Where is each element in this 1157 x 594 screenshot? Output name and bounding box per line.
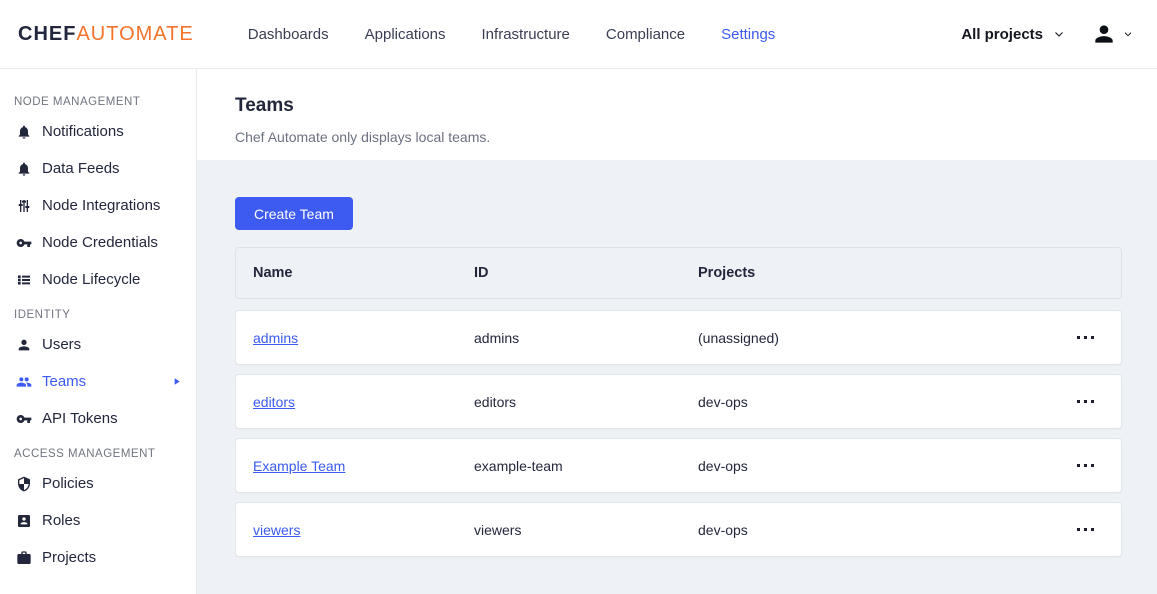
create-team-button[interactable]: Create Team	[235, 197, 353, 230]
team-projects-cell: dev-ops	[698, 457, 748, 474]
sidebar-item-node-credentials[interactable]: Node Credentials	[0, 224, 196, 261]
section-title-access-management: ACCESS MANAGEMENT	[14, 448, 156, 460]
sidebar: NODE MANAGEMENT Notifications Data Feeds…	[0, 69, 197, 594]
logo-automate-text: AUTOMATE	[76, 22, 194, 45]
shield-icon	[18, 476, 30, 491]
logo-chef-text: CHEF	[18, 22, 77, 45]
team-id-cell: example-team	[474, 457, 563, 474]
nav-dashboards[interactable]: Dashboards	[248, 26, 329, 43]
sidebar-item-projects[interactable]: Projects	[0, 539, 196, 576]
team-name-link[interactable]: admins	[253, 330, 298, 346]
chef-automate-logo[interactable]: CHEFAUTOMATE	[18, 23, 194, 46]
sidebar-item-users[interactable]: Users	[0, 326, 196, 363]
team-projects-cell: (unassigned)	[698, 329, 779, 346]
bell-icon	[18, 162, 30, 176]
column-header-name: Name	[253, 265, 293, 281]
sidebar-item-node-integrations[interactable]: Node Integrations	[0, 187, 196, 224]
row-menu-button[interactable]	[1065, 387, 1105, 417]
bell-icon	[18, 125, 30, 139]
sidebar-item-label: Teams	[42, 373, 87, 390]
ellipsis-icon	[1076, 528, 1080, 531]
sidebar-item-notifications[interactable]: Notifications	[0, 113, 196, 150]
column-header-projects: Projects	[698, 265, 756, 281]
section-title-node-management: NODE MANAGEMENT	[14, 96, 141, 108]
team-projects-cell: dev-ops	[698, 521, 748, 538]
projects-filter-label: All projects	[961, 25, 1043, 43]
table-row: admins admins (unassigned)	[235, 310, 1122, 365]
row-menu-button[interactable]	[1065, 515, 1105, 545]
user-avatar-icon	[1095, 25, 1113, 43]
nav-compliance[interactable]: Compliance	[606, 26, 685, 43]
sidebar-item-label: Policies	[42, 475, 94, 492]
team-id-cell: admins	[474, 329, 520, 346]
teams-table: Name ID Projects admins admins (unassign…	[235, 247, 1122, 557]
sidebar-item-teams[interactable]: Teams	[0, 363, 196, 400]
main-nav: Dashboards Applications Infrastructure C…	[248, 26, 776, 43]
sidebar-section-identity: IDENTITY Users Teams API Tokens	[0, 298, 196, 437]
row-menu-button[interactable]	[1065, 451, 1105, 481]
users-icon	[16, 376, 32, 387]
sidebar-section-node-management: NODE MANAGEMENT Notifications Data Feeds…	[0, 85, 196, 298]
sidebar-item-label: Users	[42, 336, 82, 353]
nav-infrastructure[interactable]: Infrastructure	[482, 26, 570, 43]
sidebar-item-label: Node Credentials	[42, 234, 158, 251]
ellipsis-icon	[1076, 400, 1080, 403]
team-name-link[interactable]: viewers	[253, 522, 300, 538]
header-right: All projects	[961, 21, 1133, 47]
key-icon	[16, 238, 32, 247]
sidebar-item-label: Node Lifecycle	[42, 271, 141, 288]
chevron-down-icon	[1124, 32, 1132, 37]
chevron-down-icon	[1055, 32, 1063, 37]
nav-applications[interactable]: Applications	[365, 26, 446, 43]
ellipsis-icon	[1076, 336, 1080, 339]
table-row: editors editors dev-ops	[235, 374, 1122, 429]
user-menu[interactable]	[1091, 21, 1133, 47]
sidebar-item-label: Roles	[42, 512, 81, 529]
row-menu-button[interactable]	[1065, 323, 1105, 353]
team-projects-cell: dev-ops	[698, 393, 748, 410]
main-content: Teams Chef Automate only displays local …	[197, 69, 1157, 594]
list-icon	[18, 274, 30, 285]
column-header-id: ID	[474, 265, 489, 281]
sidebar-item-label: API Tokens	[42, 410, 118, 427]
sidebar-item-label: Notifications	[42, 123, 124, 140]
section-title-identity: IDENTITY	[14, 309, 71, 321]
sidebar-item-node-lifecycle[interactable]: Node Lifecycle	[0, 261, 196, 298]
team-name-link[interactable]: Example Team	[253, 458, 345, 474]
caret-right-icon	[174, 378, 180, 385]
team-id-cell: viewers	[474, 521, 522, 538]
team-name-link[interactable]: editors	[253, 394, 295, 410]
sidebar-item-roles[interactable]: Roles	[0, 502, 196, 539]
table-row: Example Team example-team dev-ops	[235, 438, 1122, 493]
teams-content: Create Team Name ID Projects admins admi…	[197, 160, 1157, 566]
sliders-icon	[18, 199, 30, 212]
top-nav-bar: CHEFAUTOMATE Dashboards Applications Inf…	[0, 0, 1157, 69]
page-header: Teams Chef Automate only displays local …	[197, 69, 1157, 160]
table-header-row: Name ID Projects	[235, 247, 1122, 299]
sidebar-item-label: Node Integrations	[42, 197, 161, 214]
sidebar-item-policies[interactable]: Policies	[0, 465, 196, 502]
team-id-cell: editors	[474, 393, 517, 410]
page-subtitle: Chef Automate only displays local teams.	[235, 129, 491, 145]
sidebar-item-api-tokens[interactable]: API Tokens	[0, 400, 196, 437]
user-icon	[18, 339, 30, 350]
sidebar-section-access-management: ACCESS MANAGEMENT Policies Roles Project…	[0, 437, 196, 576]
sidebar-item-label: Data Feeds	[42, 160, 120, 177]
key-icon	[16, 414, 32, 423]
badge-icon	[18, 514, 30, 527]
page-title: Teams	[235, 95, 294, 116]
projects-filter-dropdown[interactable]: All projects	[961, 26, 1065, 43]
nav-settings[interactable]: Settings	[721, 26, 775, 43]
sidebar-item-data-feeds[interactable]: Data Feeds	[0, 150, 196, 187]
briefcase-icon	[17, 550, 31, 564]
sidebar-item-label: Projects	[42, 549, 97, 566]
ellipsis-icon	[1076, 464, 1080, 467]
table-row: viewers viewers dev-ops	[235, 502, 1122, 557]
